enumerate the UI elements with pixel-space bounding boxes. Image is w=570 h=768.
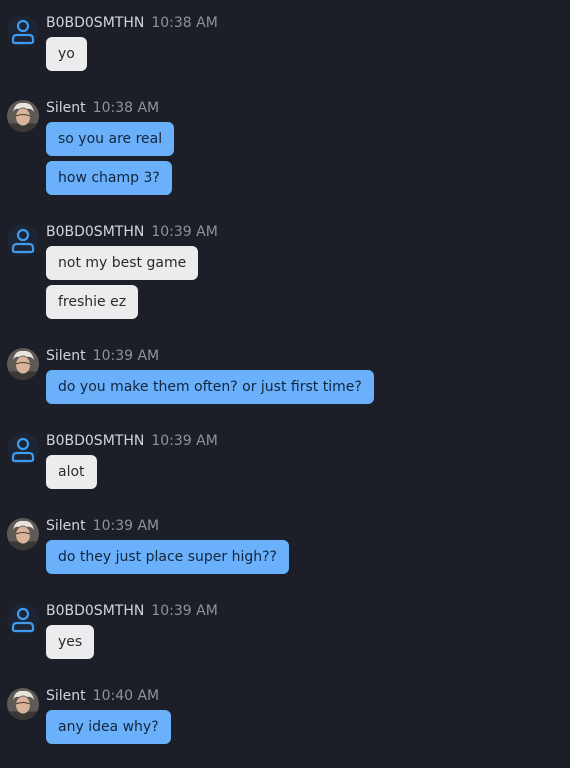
message-bubble: so you are real (46, 122, 175, 156)
username[interactable]: B0BD0SMTHN (46, 433, 144, 449)
message-bubble: do they just place super high?? (46, 540, 289, 574)
person-icon (11, 228, 35, 254)
timestamp: 10:39 AM (151, 603, 218, 619)
profile-photo (7, 100, 39, 132)
avatar[interactable] (7, 348, 39, 380)
avatar[interactable] (7, 603, 39, 635)
person-icon (11, 19, 35, 45)
message-header: B0BD0SMTHN 10:39 AM (46, 223, 218, 241)
timestamp: 10:39 AM (151, 433, 218, 449)
avatar[interactable] (7, 100, 39, 132)
timestamp: 10:39 AM (92, 518, 160, 534)
message-bubble: any idea why? (46, 710, 171, 744)
avatar[interactable] (7, 518, 39, 550)
username[interactable]: B0BD0SMTHN (46, 15, 144, 31)
username[interactable]: Silent (46, 518, 86, 534)
chat-messages: B0BD0SMTHN 10:38 AM yo Silent 10:38 AM so … (0, 0, 570, 768)
profile-photo (7, 518, 39, 550)
timestamp: 10:38 AM (92, 100, 160, 116)
avatar[interactable] (7, 433, 39, 465)
message-header: Silent 10:38 AM (46, 99, 159, 117)
username[interactable]: B0BD0SMTHN (46, 224, 144, 240)
message-bubble: not my best game (46, 246, 199, 280)
timestamp: 10:38 AM (151, 15, 218, 31)
message-header: Silent 10:39 AM (46, 347, 159, 365)
message-bubble: yes (46, 625, 95, 659)
username[interactable]: B0BD0SMTHN (46, 603, 144, 619)
avatar[interactable] (7, 15, 39, 47)
person-icon (11, 607, 35, 633)
message-bubble: do you make them often? or just first ti… (46, 370, 374, 404)
timestamp: 10:39 AM (92, 348, 160, 364)
message-bubble: freshie ez (46, 285, 139, 319)
timestamp: 10:40 AM (92, 688, 160, 704)
person-icon (11, 437, 35, 463)
avatar[interactable] (7, 224, 39, 256)
message-bubble: how champ 3? (46, 161, 172, 195)
timestamp: 10:39 AM (151, 224, 218, 240)
message-header: B0BD0SMTHN 10:39 AM (46, 432, 218, 450)
avatar[interactable] (7, 688, 39, 720)
message-header: Silent 10:40 AM (46, 687, 159, 705)
message-header: B0BD0SMTHN 10:38 AM (46, 14, 218, 32)
username[interactable]: Silent (46, 688, 86, 704)
profile-photo (7, 348, 39, 380)
profile-photo (7, 688, 39, 720)
message-bubble: yo (46, 37, 87, 71)
username[interactable]: Silent (46, 100, 86, 116)
message-header: Silent 10:39 AM (46, 517, 159, 535)
message-bubble: alot (46, 455, 97, 489)
message-header: B0BD0SMTHN 10:39 AM (46, 602, 218, 620)
username[interactable]: Silent (46, 348, 86, 364)
